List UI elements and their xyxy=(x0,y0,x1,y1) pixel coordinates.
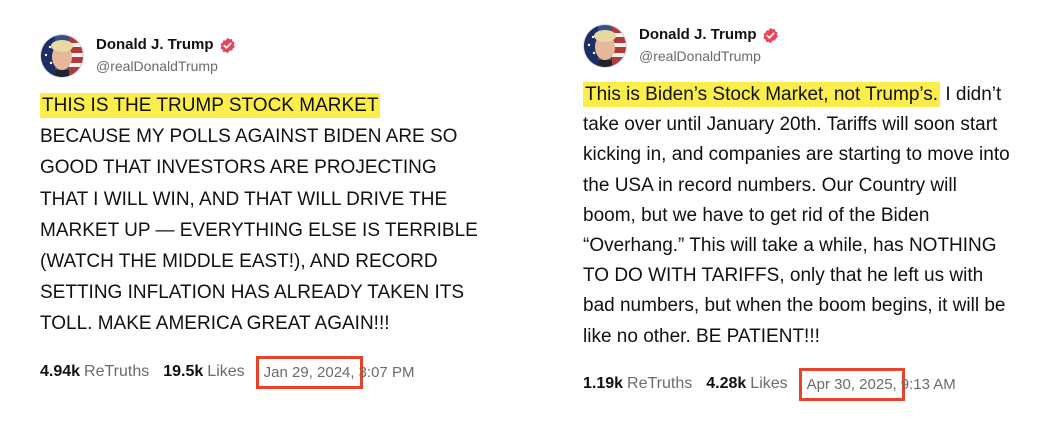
post-body: This is Biden’s Stock Market, not Trump’… xyxy=(583,80,1013,352)
post-stats: 1.19k ReTruths 4.28k Likes Apr 30, 2025, 9… xyxy=(583,367,1013,401)
verified-badge-icon xyxy=(219,37,236,54)
retruths-count: 4.94k xyxy=(40,363,81,381)
highlighted-text: THIS IS THE TRUMP STOCK MARKET xyxy=(40,93,381,118)
post-header: Donald J. Trump @realDonaldTrump xyxy=(40,32,480,80)
retruths-label: ReTruths xyxy=(627,375,693,393)
post-time[interactable]: 3:07 PM xyxy=(359,364,415,381)
post-header: Donald J. Trump @realDonaldTrump xyxy=(583,22,1013,70)
post-date[interactable]: Apr 30, 2025, xyxy=(807,376,897,393)
handle[interactable]: @realDonaldTrump xyxy=(96,56,236,76)
verified-badge-icon xyxy=(762,27,779,44)
highlighted-text: This is Biden’s Stock Market, not Trump’… xyxy=(583,82,941,107)
likes-count: 19.5k xyxy=(163,363,204,381)
post-date[interactable]: Jan 29, 2024, xyxy=(264,364,355,381)
retruths-label: ReTruths xyxy=(84,363,150,381)
post-left: Donald J. Trump @realDonaldTrump THIS IS… xyxy=(40,32,480,389)
post-stats: 4.94k ReTruths 19.5k Likes Jan 29, 2024, 3… xyxy=(40,355,480,389)
date-annotation-box: Apr 30, 2025, xyxy=(798,367,905,401)
likes-stat[interactable]: 4.28k Likes xyxy=(706,375,787,393)
post-text: BECAUSE MY POLLS AGAINST BIDEN ARE SO GO… xyxy=(40,126,478,335)
likes-label: Likes xyxy=(207,363,245,381)
likes-label: Likes xyxy=(750,375,788,393)
post-time[interactable]: 9:13 AM xyxy=(901,376,956,393)
post-text: I didn’t take over until January 20th. T… xyxy=(583,84,1010,347)
avatar[interactable] xyxy=(583,24,627,68)
display-name[interactable]: Donald J. Trump xyxy=(639,26,757,44)
handle[interactable]: @realDonaldTrump xyxy=(639,46,779,66)
retruths-stat[interactable]: 1.19k ReTruths xyxy=(583,375,692,393)
post-body: THIS IS THE TRUMP STOCK MARKET BECAUSE M… xyxy=(40,90,480,340)
likes-stat[interactable]: 19.5k Likes xyxy=(163,363,244,381)
likes-count: 4.28k xyxy=(706,375,747,393)
avatar[interactable] xyxy=(40,34,84,78)
post-right: Donald J. Trump @realDonaldTrump This is… xyxy=(583,22,1013,401)
retruths-count: 1.19k xyxy=(583,375,624,393)
display-name[interactable]: Donald J. Trump xyxy=(96,36,214,54)
date-annotation-box: Jan 29, 2024, xyxy=(255,355,363,389)
retruths-stat[interactable]: 4.94k ReTruths xyxy=(40,363,149,381)
